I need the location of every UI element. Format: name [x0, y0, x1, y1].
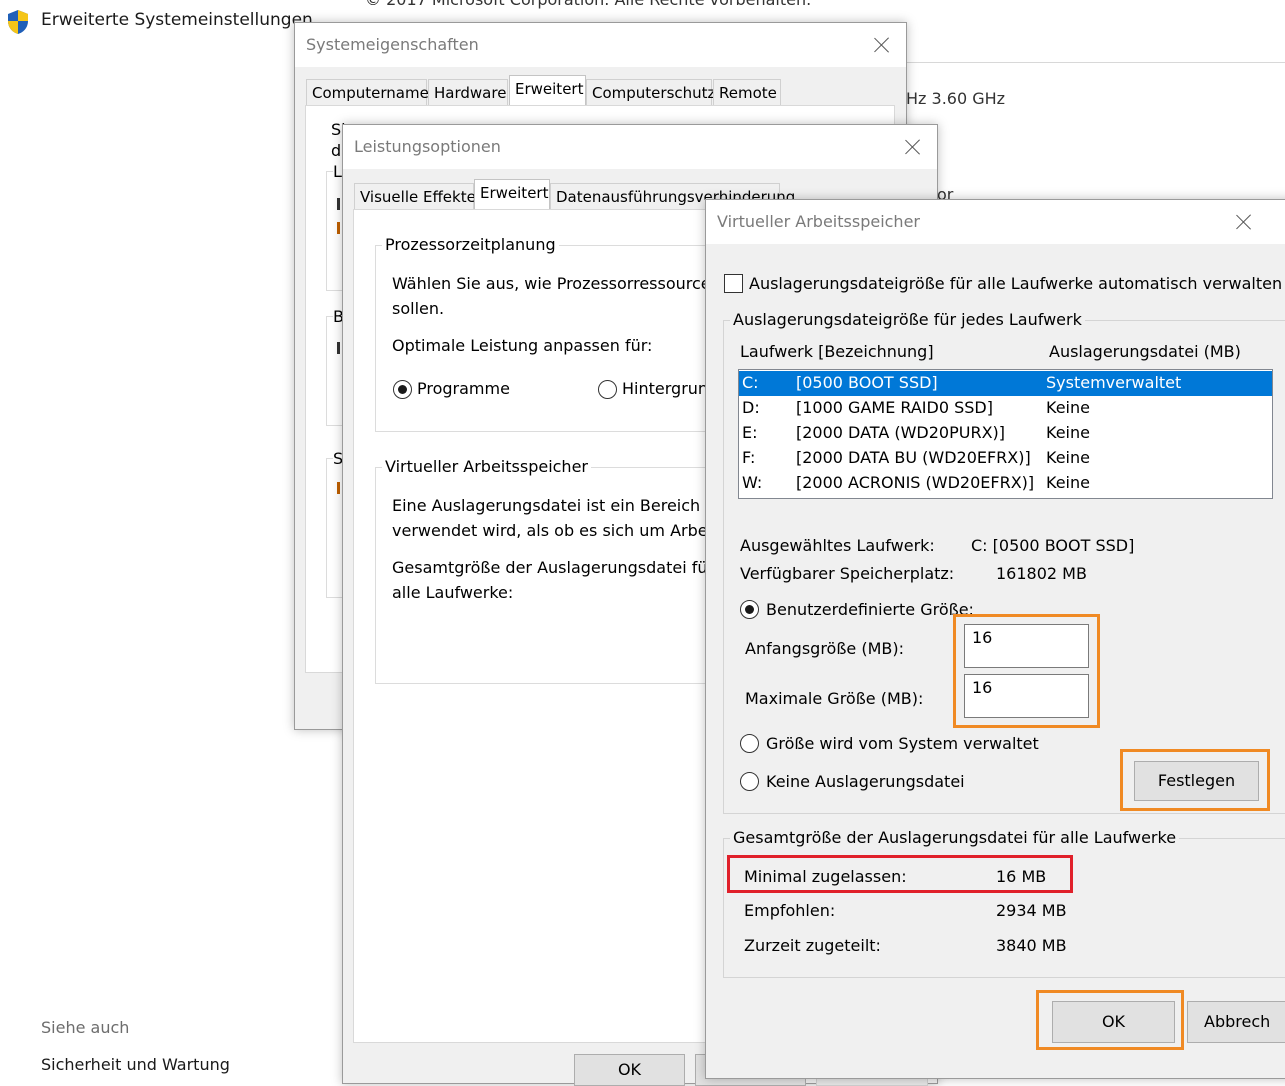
close-icon[interactable]: [901, 135, 925, 159]
currently-allocated-label: Zurzeit zugeteilt:: [744, 936, 881, 955]
drive-row-d[interactable]: D: [1000 GAME RAID0 SSD] Keine: [739, 396, 1272, 421]
text-fragment-mark: [337, 222, 340, 234]
group-label: Prozessorzeitplanung: [382, 235, 559, 254]
title-bar[interactable]: Systemeigenschaften: [295, 23, 906, 67]
tab-hardware[interactable]: Hardware: [428, 79, 508, 105]
drive-label: [2000 DATA (WD20PURX)]: [796, 423, 1006, 442]
tab-visual-effects[interactable]: Visuelle Effekte: [354, 183, 476, 209]
drive-list[interactable]: C: [0500 BOOT SSD] Systemverwaltet D: [1…: [738, 369, 1273, 499]
radio-system-managed[interactable]: [740, 734, 759, 753]
close-icon[interactable]: [870, 33, 894, 57]
group-label: Gesamtgröße der Auslagerungsdatei für al…: [730, 828, 1180, 847]
recommended-value: 2934 MB: [996, 901, 1067, 920]
drive-pagefile: Keine: [1046, 473, 1090, 492]
currently-allocated-value: 3840 MB: [996, 936, 1067, 955]
free-space-value: 161802 MB: [996, 564, 1087, 583]
security-maintenance-link[interactable]: Sicherheit und Wartung: [41, 1055, 230, 1074]
drive-row-w[interactable]: W: [2000 ACRONIS (WD20EFRX)] Keine: [739, 471, 1272, 496]
drive-row-e[interactable]: E: [2000 DATA (WD20PURX)] Keine: [739, 421, 1272, 446]
ok-button[interactable]: OK: [574, 1054, 685, 1086]
close-icon[interactable]: [1232, 210, 1256, 234]
tab-remote[interactable]: Remote: [713, 79, 781, 105]
auto-manage-label[interactable]: Auslagerungsdateigröße für alle Laufwerk…: [749, 274, 1282, 293]
radio-programs-label[interactable]: Programme: [417, 379, 510, 398]
see-also-heading: Siehe auch: [41, 1018, 130, 1037]
text-fragment-mark: [337, 342, 340, 354]
radio-background[interactable]: [598, 380, 617, 399]
radio-system-managed-label[interactable]: Größe wird vom System verwaltet: [766, 734, 1039, 753]
annotation-highlight-sizes: [953, 614, 1100, 728]
recommended-label: Empfohlen:: [744, 901, 836, 920]
drive-pagefile: Keine: [1046, 448, 1090, 467]
description-text: verwendet wird, als ob es sich um Arbei: [392, 521, 713, 540]
radio-no-pagefile-label[interactable]: Keine Auslagerungsdatei: [766, 772, 965, 791]
drive-letter: C:: [742, 373, 759, 392]
drive-pagefile: Keine: [1046, 423, 1090, 442]
text-fragment-mark: [337, 482, 340, 494]
group-label: Virtueller Arbeitsspeicher: [382, 457, 591, 476]
radio-custom-size-label[interactable]: Benutzerdefinierte Größe:: [766, 600, 974, 619]
drive-label: [2000 ACRONIS (WD20EFRX)]: [796, 473, 1035, 492]
drive-letter: D:: [742, 398, 760, 417]
tab-computername[interactable]: Computername: [306, 79, 429, 105]
tab-strip: Computername Hardware Erweitert Computer…: [306, 75, 896, 105]
per-drive-group: Auslagerungsdateigröße für jedes Laufwer…: [723, 310, 1285, 814]
selected-drive-label: Ausgewähltes Laufwerk:: [740, 536, 935, 555]
total-size-label: Gesamtgröße der Auslagerungsdatei für: [392, 558, 715, 577]
title-bar[interactable]: Leistungsoptionen: [343, 125, 937, 169]
annotation-highlight-ok: [1036, 990, 1184, 1050]
description-text: Wählen Sie aus, wie Prozessorressourcen: [392, 274, 721, 293]
cpu-speed-text: Hz 3.60 GHz: [906, 89, 1006, 108]
column-header-drive[interactable]: Laufwerk [Bezeichnung]: [740, 342, 934, 361]
drive-letter: F:: [742, 448, 756, 467]
radio-background-label[interactable]: Hintergrun: [622, 379, 708, 398]
tab-computerschutz[interactable]: Computerschutz: [586, 79, 715, 105]
divider-line: [906, 62, 1285, 63]
drive-letter: E:: [742, 423, 758, 442]
column-header-pagefile[interactable]: Auslagerungsdatei (MB): [1049, 342, 1241, 361]
drive-pagefile: Keine: [1046, 398, 1090, 417]
drive-pagefile: Systemverwaltet: [1046, 373, 1182, 392]
dialog-title: Leistungsoptionen: [354, 137, 501, 156]
page-title[interactable]: Erweiterte Systemeinstellungen: [41, 10, 313, 30]
tab-erweitert[interactable]: Erweitert: [509, 75, 586, 105]
description-text: Eine Auslagerungsdatei ist ein Bereich a…: [392, 496, 726, 515]
adjust-label: Optimale Leistung anpassen für:: [392, 336, 653, 355]
drive-label: [1000 GAME RAID0 SSD]: [796, 398, 993, 417]
drive-letter: W:: [742, 473, 763, 492]
drive-label: [0500 BOOT SSD]: [796, 373, 938, 392]
auto-manage-checkbox[interactable]: [724, 274, 743, 293]
drive-label: [2000 DATA BU (WD20EFRX)]: [796, 448, 1031, 467]
uac-shield-icon: [8, 10, 28, 34]
annotation-highlight-min: [727, 855, 1073, 893]
dialog-title: Systemeigenschaften: [306, 35, 479, 54]
initial-size-label: Anfangsgröße (MB):: [745, 639, 904, 658]
title-bar[interactable]: Virtueller Arbeitsspeicher: [706, 200, 1285, 244]
dialog-title: Virtueller Arbeitsspeicher: [717, 212, 920, 231]
annotation-highlight-set: [1120, 749, 1270, 811]
copyright-text: © 2017 Microsoft Corporation. Alle Recht…: [365, 0, 811, 9]
free-space-label: Verfügbarer Speicherplatz:: [740, 564, 955, 583]
radio-no-pagefile[interactable]: [740, 772, 759, 791]
max-size-label: Maximale Größe (MB):: [745, 689, 924, 708]
drive-row-f[interactable]: F: [2000 DATA BU (WD20EFRX)] Keine: [739, 446, 1272, 471]
group-label: L: [333, 162, 342, 181]
drive-row-c[interactable]: C: [0500 BOOT SSD] Systemverwaltet: [739, 371, 1272, 396]
total-size-label: alle Laufwerke:: [392, 583, 514, 602]
text-fragment-mark: [337, 198, 340, 210]
description-text: sollen.: [392, 299, 445, 318]
group-label: Auslagerungsdateigröße für jedes Laufwer…: [730, 310, 1085, 329]
radio-programs[interactable]: [393, 380, 412, 399]
tab-erweitert[interactable]: Erweitert: [474, 179, 550, 209]
cancel-button[interactable]: Abbrech: [1187, 1001, 1285, 1043]
selected-drive-value: C: [0500 BOOT SSD]: [971, 536, 1135, 555]
radio-custom-size[interactable]: [740, 600, 759, 619]
